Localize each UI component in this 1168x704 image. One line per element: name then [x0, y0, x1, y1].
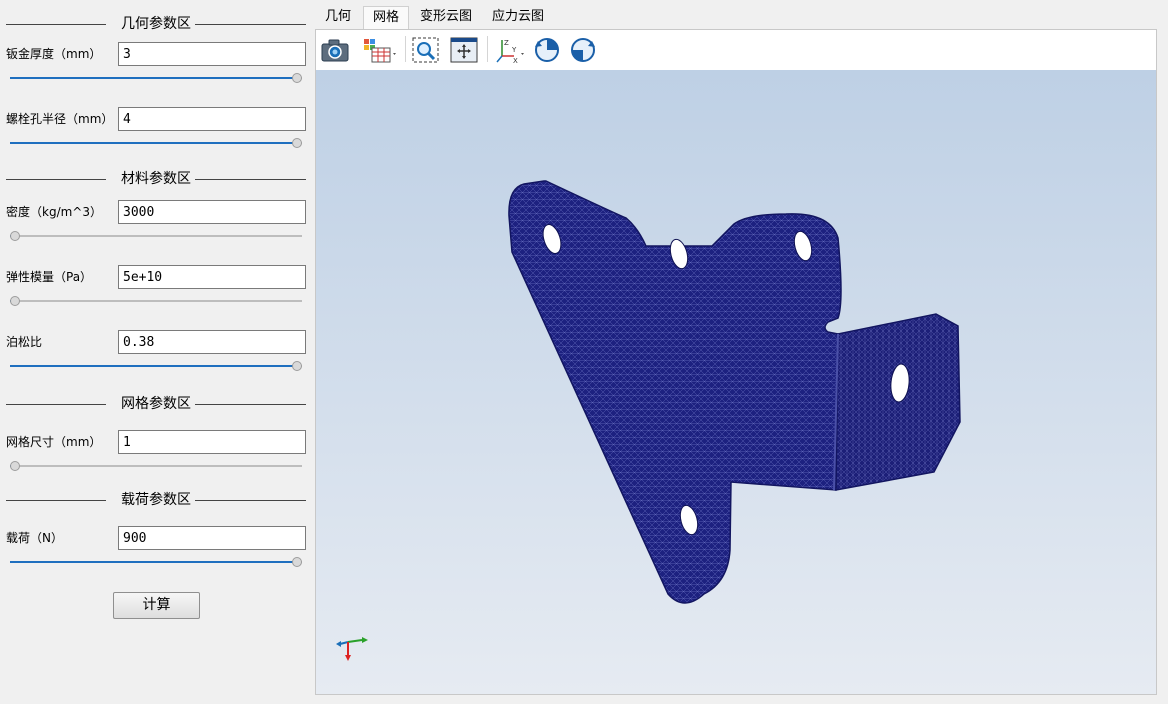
section-geometry-header: 几何参数区	[6, 16, 306, 32]
mesh-size-slider[interactable]	[8, 460, 304, 472]
section-geometry-title: 几何参数区	[117, 16, 195, 32]
section-mesh-header: 网格参数区	[6, 396, 306, 412]
toolbar-separator	[487, 36, 488, 62]
section-load-header: 载荷参数区	[6, 492, 306, 508]
density-label: 密度（kg/m^3）	[6, 205, 102, 219]
toolbar-separator	[405, 36, 406, 62]
elastic-modulus-input[interactable]	[118, 265, 306, 289]
section-load-title: 载荷参数区	[117, 492, 195, 508]
poisson-ratio-input[interactable]	[118, 330, 306, 354]
svg-text:Z: Z	[504, 39, 509, 47]
tab-geometry[interactable]: 几何	[316, 6, 360, 30]
sheet-thickness-input[interactable]	[118, 42, 306, 66]
tab-deformation[interactable]: 变形云图	[414, 6, 478, 30]
bolt-radius-input[interactable]	[118, 107, 306, 131]
sheet-thickness-slider[interactable]	[8, 72, 304, 84]
elastic-modulus-label: 弹性模量（Pa）	[6, 270, 93, 284]
view-axes-icon[interactable]: Z Y X	[494, 36, 524, 65]
fit-all-icon[interactable]	[449, 36, 479, 64]
compute-button[interactable]: 计算	[113, 592, 200, 619]
display-mode-icon[interactable]	[362, 36, 396, 64]
rotate-ccw-icon[interactable]	[568, 36, 598, 64]
section-material-header: 材料参数区	[6, 171, 306, 187]
section-material-title: 材料参数区	[117, 171, 195, 187]
load-slider[interactable]	[8, 556, 304, 568]
section-mesh-title: 网格参数区	[117, 396, 195, 412]
poisson-ratio-slider[interactable]	[8, 360, 304, 372]
slider-handle[interactable]	[10, 296, 20, 306]
mesh-size-label: 网格尺寸（mm）	[6, 435, 102, 449]
density-input[interactable]	[118, 200, 306, 224]
density-slider[interactable]	[8, 230, 304, 242]
slider-handle[interactable]	[292, 73, 302, 83]
slider-handle[interactable]	[292, 138, 302, 148]
svg-text:Y: Y	[511, 46, 517, 54]
svg-text:X: X	[513, 57, 518, 64]
mesh-model[interactable]	[316, 70, 1156, 694]
viewer-toolbar: Z Y X	[316, 30, 1156, 70]
slider-handle[interactable]	[10, 461, 20, 471]
slider-handle[interactable]	[292, 557, 302, 567]
slider-handle[interactable]	[292, 361, 302, 371]
3d-viewport[interactable]	[316, 70, 1156, 694]
poisson-ratio-label: 泊松比	[6, 335, 43, 349]
elastic-modulus-slider[interactable]	[8, 295, 304, 307]
app-window: { "sections": { "geometry": "几何参数区", "ma…	[0, 0, 1168, 704]
mesh-size-input[interactable]	[118, 430, 306, 454]
slider-handle[interactable]	[10, 231, 20, 241]
bolt-radius-label: 螺栓孔半径（mm）	[6, 112, 114, 126]
tab-mesh[interactable]: 网格	[363, 6, 409, 30]
viewer-panel: Z Y X	[315, 29, 1157, 695]
rotate-cw-icon[interactable]	[532, 36, 562, 64]
zoom-box-icon[interactable]	[411, 36, 441, 64]
orientation-triad	[336, 637, 368, 661]
load-label: 载荷（N）	[6, 531, 63, 545]
load-input[interactable]	[118, 526, 306, 550]
sheet-thickness-label: 钣金厚度（mm）	[6, 47, 102, 61]
camera-icon[interactable]	[320, 36, 350, 64]
tab-stress[interactable]: 应力云图	[486, 6, 550, 30]
parameter-panel: 几何参数区 钣金厚度（mm） 螺栓孔半径（mm） 材料参数区 密度（kg/m^3…	[0, 0, 314, 704]
bolt-radius-slider[interactable]	[8, 137, 304, 149]
